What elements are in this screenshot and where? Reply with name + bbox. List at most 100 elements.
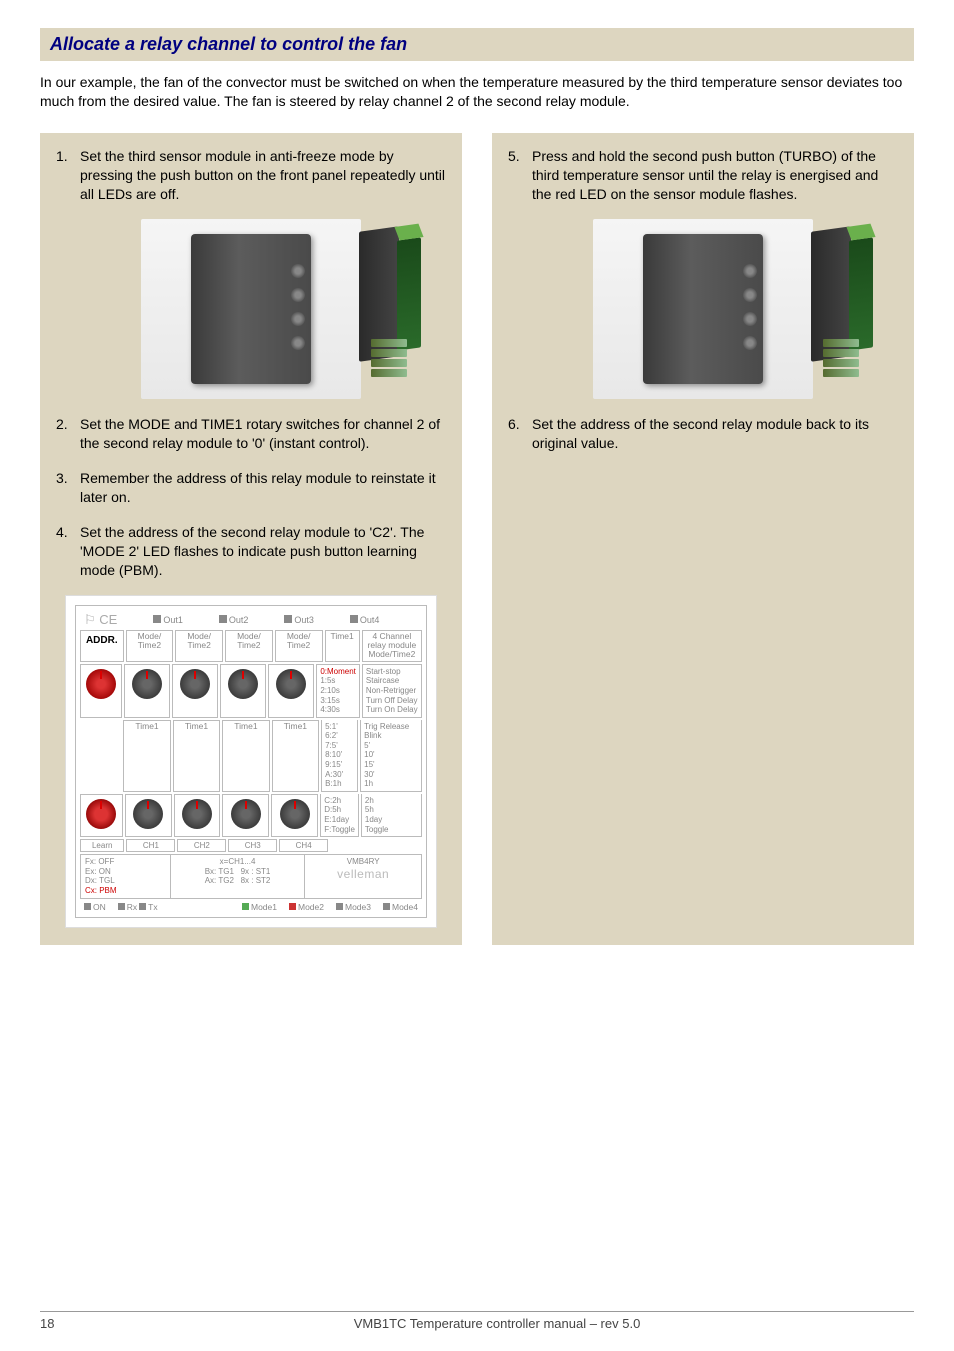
step-6: 6. Set the address of the second relay m… xyxy=(508,415,898,453)
diagram-out-labels: ⚐ CE Out1 Out2 Out3 Out4 xyxy=(80,610,422,630)
step-3: 3. Remember the address of this relay mo… xyxy=(56,469,446,507)
connector-pin xyxy=(371,359,407,367)
page-number: 18 xyxy=(40,1316,80,1331)
step-number: 3. xyxy=(56,469,68,488)
step-text: Set the MODE and TIME1 rotary switches f… xyxy=(80,416,440,451)
relay-module-diagram: ⚐ CE Out1 Out2 Out3 Out4 ADDR. Mode/ Tim… xyxy=(66,596,436,927)
ce-mark-icon: ⚐ CE xyxy=(84,612,117,628)
channel-label: CH2 xyxy=(177,839,226,852)
diagram-inner: ⚐ CE Out1 Out2 Out3 Out4 ADDR. Mode/ Tim… xyxy=(75,605,427,918)
mode-dial-cell xyxy=(172,664,218,718)
step-number: 4. xyxy=(56,523,68,542)
mode-legend: Start-stop Staircase Non-Retrigger Turn … xyxy=(362,664,422,718)
out-label: Out4 xyxy=(350,615,380,625)
two-column-layout: 1. Set the third sensor module in anti-f… xyxy=(40,133,914,945)
knob-icon xyxy=(291,264,305,278)
empty-cell xyxy=(80,720,121,792)
connector-pin xyxy=(823,349,859,357)
time1-label: Time1 xyxy=(272,720,319,792)
rotary-dial-icon xyxy=(86,799,116,829)
channel-label: CH4 xyxy=(279,839,328,852)
time1-label: Time1 xyxy=(173,720,220,792)
led-label: ON xyxy=(84,902,106,912)
knob-icon xyxy=(743,288,757,302)
mode-legend-2: Trig Release Blink 5' 10' 15' 30' 1h xyxy=(360,720,422,792)
diagram-time1-label-row: Time1 Time1 Time1 Time1 5:1' 6:2' 7:5' 8… xyxy=(80,720,422,792)
time1-label: Time1 xyxy=(123,720,170,792)
time-dial-cell xyxy=(222,794,269,837)
section-header: Allocate a relay channel to control the … xyxy=(40,28,914,61)
time1-legend: 0:Moment 1:5s 2:10s 3:15s 4:30s xyxy=(316,664,360,718)
device-knobs xyxy=(291,264,305,350)
mode-dial-cell xyxy=(268,664,314,718)
step-number: 2. xyxy=(56,415,68,434)
channel-label: CH1 xyxy=(126,839,175,852)
channel-label: CH3 xyxy=(228,839,277,852)
mode-time2-header: 4 Channel relay moduleMode/Time2 xyxy=(362,630,422,662)
device-enclosure xyxy=(643,234,763,384)
step-5: 5. Press and hold the second push button… xyxy=(508,147,898,204)
page-footer: 18 VMB1TC Temperature controller manual … xyxy=(40,1311,914,1331)
led-label: Mode1 xyxy=(242,902,277,912)
diagram-bottom-legend: Fx: OFF Ex: ON Dx: TGL Cx: PBM x=CH1...4… xyxy=(80,854,422,898)
left-column: 1. Set the third sensor module in anti-f… xyxy=(40,133,462,945)
time1-label: Time1 xyxy=(222,720,269,792)
right-column: 5. Press and hold the second push button… xyxy=(492,133,914,945)
connector-pin xyxy=(371,339,407,347)
led-label: Mode3 xyxy=(336,902,371,912)
led-label: RxTx xyxy=(118,902,158,912)
knob-icon xyxy=(291,288,305,302)
mode-time2-label: Mode/ Time2 xyxy=(225,630,273,662)
rotary-dial-icon xyxy=(231,799,261,829)
device-pcb xyxy=(849,238,873,351)
led-label: Mode4 xyxy=(383,902,418,912)
knob-icon xyxy=(291,336,305,350)
diagram-dials-row-2: C:2h D:5h E:1day F:Toggle 2h 5h 1day Tog… xyxy=(80,794,422,837)
device-photo-2 xyxy=(593,219,813,399)
mode-time2-label: Mode/ Time2 xyxy=(175,630,223,662)
time-dial-cell xyxy=(271,794,318,837)
mode-time2-label: Mode/ Time2 xyxy=(275,630,323,662)
mode-legend-3: 2h 5h 1day Toggle xyxy=(361,794,422,837)
step-text: Remember the address of this relay modul… xyxy=(80,470,436,505)
intro-paragraph: In our example, the fan of the convector… xyxy=(40,73,914,111)
out-label: Out2 xyxy=(219,615,249,625)
right-steps-list-cont: 6. Set the address of the second relay m… xyxy=(508,415,898,453)
time1-legend-3: C:2h D:5h E:1day F:Toggle xyxy=(320,794,359,837)
step-number: 1. xyxy=(56,147,68,166)
out-label: Out3 xyxy=(284,615,314,625)
diagram-footer-leds: ON RxTx Mode1 Mode2 Mode3 Mode4 xyxy=(80,899,422,913)
step-1: 1. Set the third sensor module in anti-f… xyxy=(56,147,446,204)
connector-pin xyxy=(371,369,407,377)
time1-header: Time1 xyxy=(325,630,360,662)
rotary-dial-icon xyxy=(276,669,306,699)
device-knobs xyxy=(743,264,757,350)
addr-label: ADDR. xyxy=(80,630,124,662)
step-number: 5. xyxy=(508,147,520,166)
step-text: Set the address of the second relay modu… xyxy=(80,524,424,578)
knob-icon xyxy=(743,264,757,278)
rotary-dial-icon xyxy=(280,799,310,829)
connector-pin xyxy=(371,349,407,357)
connector-pin xyxy=(823,359,859,367)
footer-title: VMB1TC Temperature controller manual – r… xyxy=(80,1316,914,1331)
right-steps-list: 5. Press and hold the second push button… xyxy=(508,147,898,204)
x-modes: x=CH1...4 Bx: TG1 9x : ST1 Ax: TG2 8x : … xyxy=(171,855,306,897)
device-connector xyxy=(823,339,859,389)
mode-dial-cell xyxy=(220,664,266,718)
step-text: Set the third sensor module in anti-free… xyxy=(80,148,445,202)
step-text: Set the address of the second relay modu… xyxy=(532,416,869,451)
device-connector xyxy=(371,339,407,389)
rotary-dial-icon xyxy=(182,799,212,829)
addr-modes: Fx: OFF Ex: ON Dx: TGL Cx: PBM xyxy=(81,855,171,897)
connector-pin xyxy=(823,369,859,377)
out-label: Out1 xyxy=(153,615,183,625)
diagram-channel-row: Learn CH1 CH2 CH3 CH4 xyxy=(80,839,422,852)
brand-cell: VMB4RY velleman xyxy=(305,855,421,897)
connector-pin xyxy=(823,339,859,347)
empty-cell xyxy=(330,839,422,852)
rotary-dial-icon xyxy=(228,669,258,699)
time-dial-cell xyxy=(174,794,221,837)
rotary-dial-icon xyxy=(133,799,163,829)
learn-label: Learn xyxy=(80,839,124,852)
